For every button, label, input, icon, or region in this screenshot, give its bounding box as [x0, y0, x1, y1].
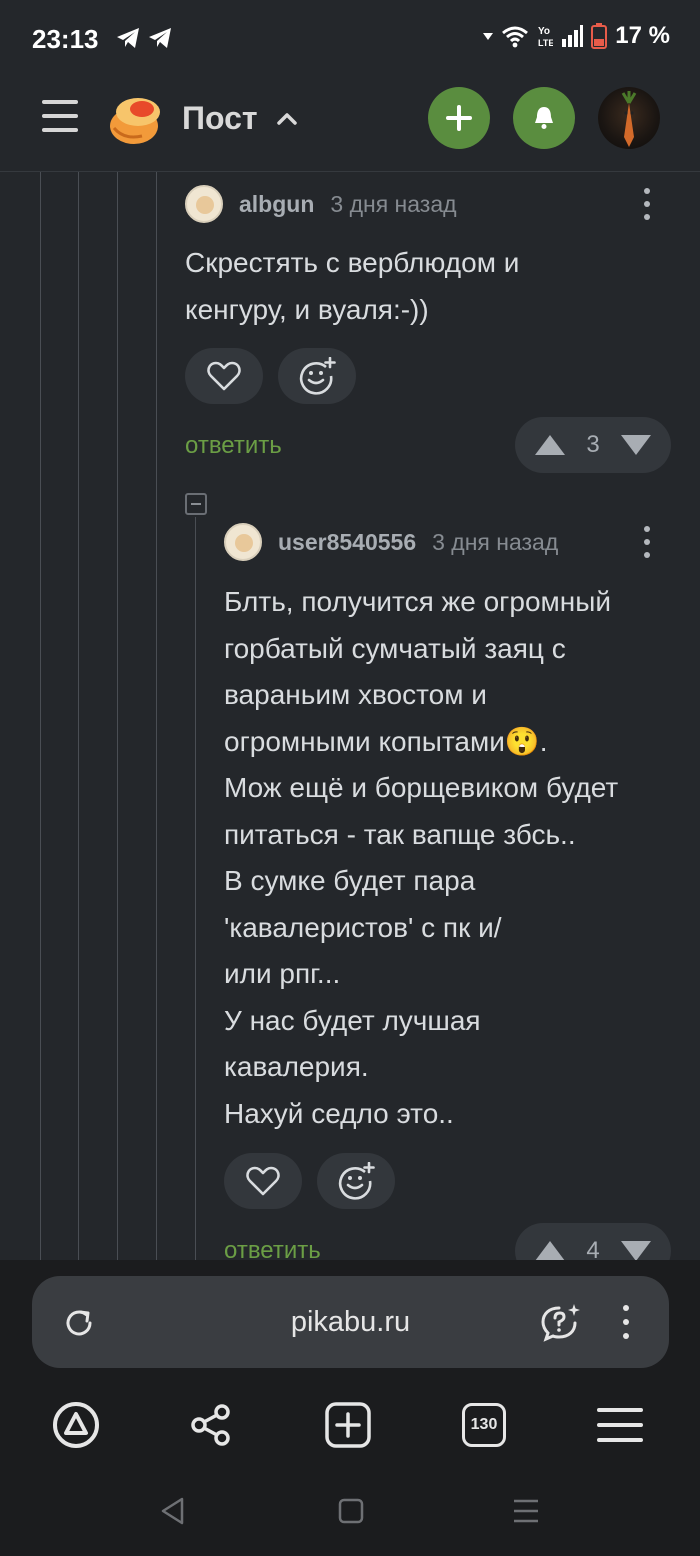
thread-line[interactable] [40, 172, 41, 1260]
recents-icon[interactable] [511, 1496, 541, 1526]
downvote-icon[interactable] [619, 1239, 653, 1260]
comment-username[interactable]: albgun [239, 191, 314, 218]
comment-line: 'кавалеристов' с пк и/ [224, 911, 502, 943]
comment-line: Блть, получится же огромный [224, 586, 611, 617]
battery-percent: 17 % [615, 22, 670, 49]
heart-icon [207, 361, 241, 391]
alice-button[interactable] [51, 1400, 101, 1450]
rating-widget: 3 [515, 417, 671, 473]
wifi-icon [502, 26, 529, 48]
comment-header: user8540556 3 дня назад [224, 523, 558, 561]
rating-value: 4 [586, 1237, 600, 1260]
add-post-button[interactable] [428, 87, 490, 149]
reply-link[interactable]: ответить [224, 1237, 321, 1260]
comment-time[interactable]: 3 дня назад [330, 191, 456, 218]
reply-link[interactable]: ответить [185, 432, 282, 460]
upvote-icon[interactable] [533, 433, 567, 457]
comment-username[interactable]: user8540556 [278, 529, 416, 556]
assistant-chat-icon[interactable] [540, 1302, 582, 1342]
telegram-icon [149, 28, 171, 48]
svg-text:Yo: Yo [538, 26, 550, 37]
like-button[interactable] [224, 1153, 302, 1209]
thread-line[interactable] [117, 172, 118, 1260]
heart-icon [246, 1166, 280, 1196]
signal-icon [562, 25, 584, 47]
svg-text:LTE: LTE [538, 38, 553, 48]
comment-line: вараньим хвостом и [224, 679, 487, 710]
more-vert-icon[interactable] [622, 1305, 630, 1339]
comments-thread: albgun 3 дня назад Скрестять с верблюдом… [0, 172, 700, 1260]
emoji-add-icon [299, 357, 336, 395]
browser-toolbar: pikabu.ru 130 [0, 1260, 700, 1556]
page-title[interactable]: Пост [182, 100, 258, 137]
status-bar: 23:13 Yo LTE 17 % [0, 0, 700, 76]
reaction-button[interactable] [278, 348, 356, 404]
share-icon [191, 1404, 230, 1446]
thread-line[interactable] [156, 172, 157, 1260]
like-button[interactable] [185, 348, 263, 404]
rating-widget: 4 [515, 1223, 671, 1260]
comment-line: Скрестять с верблюдом и [185, 247, 520, 278]
more-vert-icon[interactable] [643, 188, 651, 220]
address-bar[interactable]: pikabu.ru [32, 1276, 669, 1368]
user-avatar[interactable] [598, 87, 660, 149]
comment-text: Блть, получится же огромный горбатый сум… [224, 579, 618, 1137]
battery-low-icon [591, 23, 608, 49]
reaction-button[interactable] [317, 1153, 395, 1209]
comment-line: кенгуру, и вуаля:-)) [185, 293, 429, 325]
telegram-icon [117, 28, 139, 48]
thread-line[interactable] [195, 517, 196, 1260]
chevron-up-icon[interactable] [274, 106, 300, 132]
avatar[interactable] [185, 185, 223, 223]
thread-line[interactable] [78, 172, 79, 1260]
collapse-thread-button[interactable] [185, 493, 207, 515]
status-time: 23:13 [32, 24, 99, 54]
downvote-icon[interactable] [619, 433, 653, 457]
plus-icon [446, 105, 472, 131]
comment-line: кавалерия. [224, 1051, 369, 1082]
comment-line: У нас будет лучшая [224, 1004, 481, 1036]
comment-line: или рпг... [224, 958, 341, 989]
avatar[interactable] [224, 523, 262, 561]
back-icon[interactable] [158, 1496, 188, 1526]
upvote-icon[interactable] [533, 1239, 567, 1260]
bell-icon [535, 107, 553, 129]
status-icons: Yo LTE 17 % [483, 22, 670, 50]
notifications-button[interactable] [513, 87, 575, 149]
rating-value: 3 [586, 431, 600, 458]
comment-line: горбатый сумчатый заяц с [224, 632, 566, 664]
share-button[interactable] [186, 1400, 236, 1450]
carrot-avatar-image [621, 91, 637, 147]
comment-line: питаться - так вапще збсь.. [224, 818, 576, 850]
home-icon[interactable] [336, 1496, 366, 1526]
tabs-button[interactable]: 130 [459, 1400, 509, 1450]
browser-menu-button[interactable] [595, 1400, 645, 1450]
comment-text: Скрестять с верблюдом и кенгуру, и вуаля… [185, 240, 519, 333]
arrow-down-icon [483, 33, 494, 40]
comment-line: В сумке будет пара [224, 865, 476, 896]
pikabu-logo[interactable] [106, 90, 164, 148]
tabs-count: 130 [462, 1403, 506, 1447]
volte-icon: Yo LTE [538, 26, 553, 48]
new-tab-button[interactable] [323, 1400, 373, 1450]
comment-time[interactable]: 3 дня назад [432, 529, 558, 556]
emoji-add-icon [338, 1162, 375, 1200]
menu-icon [597, 1408, 643, 1442]
more-vert-icon[interactable] [643, 526, 651, 558]
menu-icon[interactable] [42, 100, 78, 136]
new-tab-icon [325, 1402, 371, 1448]
comment-line: огромными копытами😲. [224, 725, 548, 757]
alice-icon [53, 1402, 99, 1448]
comment-line: Нахуй седло это.. [224, 1097, 454, 1129]
app-header: Пост [0, 76, 700, 172]
comment-line: Мож ещё и борщевиком будет [224, 772, 619, 803]
comment-header: albgun 3 дня назад [185, 185, 457, 223]
